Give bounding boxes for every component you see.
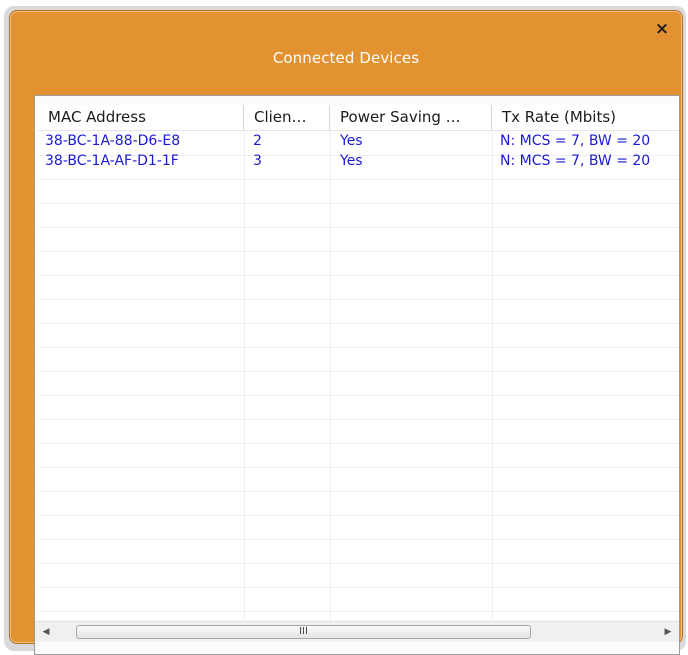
column-header-client[interactable]: Clien… [244, 105, 330, 130]
chevron-right-icon: ▶ [664, 627, 672, 637]
empty-row [38, 587, 679, 612]
empty-row [38, 443, 679, 468]
scroll-right-button[interactable]: ▶ [659, 622, 677, 642]
grip-icon: III [299, 626, 308, 637]
empty-row [38, 299, 679, 324]
devices-list-panel: MAC Address Clien… Power Saving … Tx Rat… [34, 95, 680, 655]
empty-row [38, 179, 679, 204]
empty-row [38, 251, 679, 276]
chevron-left-icon: ◀ [42, 627, 50, 637]
empty-row [38, 467, 679, 492]
empty-row [38, 227, 679, 252]
empty-row [38, 539, 679, 564]
column-header-mac-address[interactable]: MAC Address [38, 105, 244, 130]
empty-row [38, 155, 679, 180]
table-header: MAC Address Clien… Power Saving … Tx Rat… [38, 105, 679, 131]
scroll-left-button[interactable]: ◀ [37, 622, 55, 642]
empty-row [38, 275, 679, 300]
table-row[interactable]: 38-BC-1A-AF-D1-1F 3 Yes N: MCS = 7, BW =… [38, 131, 679, 169]
close-icon: × [654, 19, 670, 39]
window-title: Connected Devices [272, 49, 420, 67]
column-header-tx-rate[interactable]: Tx Rate (Mbits) [492, 105, 679, 130]
column-header-power-saving[interactable]: Power Saving … [330, 105, 492, 130]
empty-row [38, 371, 679, 396]
empty-row [38, 515, 679, 540]
close-button[interactable]: × [654, 19, 670, 39]
empty-row [38, 347, 679, 372]
empty-row [38, 323, 679, 348]
scrollbar-thumb[interactable]: III [76, 625, 531, 639]
empty-row [38, 419, 679, 444]
horizontal-scrollbar[interactable]: ◀ III ▶ [35, 621, 679, 642]
empty-row [38, 563, 679, 588]
connected-devices-window: Connected Devices × MAC Address Clien… P… [9, 10, 683, 655]
devices-table: MAC Address Clien… Power Saving … Tx Rat… [38, 105, 679, 621]
empty-row [38, 395, 679, 420]
empty-row [38, 491, 679, 516]
empty-row [38, 203, 679, 228]
